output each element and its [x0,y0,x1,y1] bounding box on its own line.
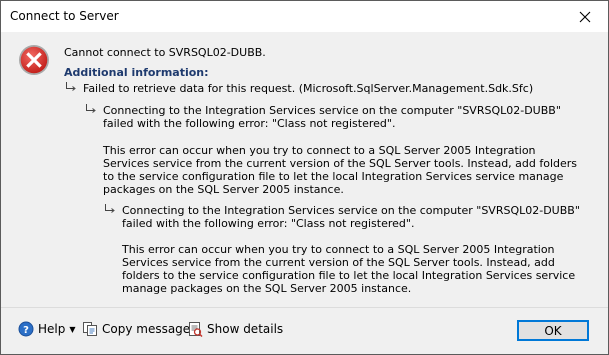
show-details-icon [187,321,203,337]
window-title: Connect to Server [10,9,119,23]
child-arrow-icon [105,204,115,213]
help-button[interactable]: ? Help ▼ [18,321,76,337]
svg-text:?: ? [23,325,29,336]
copy-message-label: Copy message [102,322,191,336]
detail-line-4: Connecting to the Integration Services s… [122,204,580,230]
detail-line-5: This error can occur when you try to con… [122,243,576,295]
detail-line-1: Failed to retrieve data for this request… [83,82,534,95]
detail-line-2: Connecting to the Integration Services s… [103,104,561,130]
error-message: Cannot connect to SVRSQL02-DUBB. [64,46,266,59]
close-icon [579,11,591,22]
error-icon [19,45,49,75]
detail-line-3: This error can occur when you try to con… [103,144,578,196]
show-details-label: Show details [207,322,284,336]
help-label: Help [38,322,66,336]
dialog-window: Connect to Server Cannot connect to SVRS… [0,0,609,355]
child-arrow-icon [66,82,76,91]
copy-message-button[interactable]: Copy message [82,321,190,337]
ok-button[interactable]: OK [517,320,589,341]
dialog-footer: ? Help ▼ Copy message Show details OK [1,308,608,354]
child-arrow-icon [86,104,96,113]
copy-icon [82,321,98,337]
title-bar[interactable]: Connect to Server [1,1,608,32]
close-button[interactable] [562,1,608,32]
additional-info-heading: Additional information: [64,66,209,79]
help-icon: ? [18,321,34,337]
chevron-down-icon: ▼ [69,324,76,334]
show-details-button[interactable]: Show details [187,321,283,337]
ok-label: OK [544,323,562,338]
